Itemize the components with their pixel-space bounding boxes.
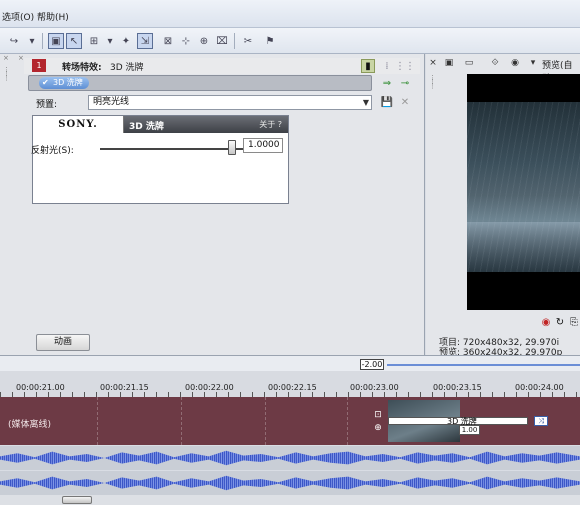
time-tick: 00:00:24.00 [515, 383, 564, 392]
video-rain-overlay [467, 102, 580, 272]
loop-region-bar[interactable] [387, 364, 580, 366]
scrollbar-thumb[interactable] [62, 496, 92, 504]
plug-add-icon[interactable]: ⇒ [380, 76, 394, 90]
dropdown-icon[interactable]: ▾ [102, 33, 118, 49]
time-tick: 00:00:21.00 [16, 383, 65, 392]
toolbar-separator [234, 33, 235, 49]
panel-close-icon[interactable]: × [426, 56, 440, 70]
event-fx-icon[interactable]: ⊕ [372, 423, 384, 435]
timeline-header: -2.00 [0, 355, 580, 371]
dropdown-icon[interactable]: ▾ [24, 33, 40, 49]
preview-fx-icon[interactable]: ⟐ [488, 56, 502, 70]
project-properties-icon[interactable]: ▣ [442, 56, 456, 70]
audio-waveform-right[interactable] [0, 471, 580, 495]
preview-toolbar: × ▣ ▭ ⟐ ◉ ▾ 预览(自动 [426, 54, 580, 84]
envelope-tool-icon[interactable]: ⊞ [86, 33, 102, 49]
toolbar-separator [42, 33, 43, 49]
grid-line [265, 397, 266, 445]
reflection-slider-track[interactable] [100, 148, 265, 150]
transition-duration: 1.00 [459, 425, 480, 435]
reflection-value-input[interactable]: 1.0000 [243, 138, 283, 153]
animate-button[interactable]: 动画 [36, 334, 90, 351]
lock-envelopes-icon[interactable]: ⊠ [160, 33, 176, 49]
save-icon[interactable]: 💾 [380, 95, 394, 109]
marker-icon[interactable]: ⚑ [262, 33, 278, 49]
selection-length-marker[interactable]: -2.00 [360, 359, 384, 370]
split-icon[interactable]: ✂ [240, 33, 256, 49]
reflection-label: 反射光(S): [31, 146, 74, 156]
list-view-icon[interactable]: ⋮⋮ [395, 59, 415, 73]
preset-value: 明亮光线 [93, 97, 130, 107]
grid-line [181, 397, 182, 445]
cursor-tool-icon[interactable]: ↖ [66, 33, 82, 49]
layout-icon[interactable]: ▮ [361, 59, 375, 73]
split-screen-icon[interactable]: ◉ [508, 56, 522, 70]
fx-header: 1 转场特效: 3D 洗牌 ▮ ⁞ ⋮⋮ [24, 58, 420, 74]
grid-line [97, 397, 98, 445]
panel-grip[interactable]: ⋮ ⋮ ⋮ [429, 75, 436, 90]
selection-tool-icon[interactable]: ⌧ [214, 33, 230, 49]
copy-snapshot-icon[interactable]: ⎘ [568, 316, 580, 328]
sony-logo: SONY. [33, 116, 124, 133]
preset-label: 预置: [36, 100, 58, 110]
delete-icon[interactable]: ✕ [398, 95, 412, 109]
external-monitor-icon[interactable]: ▭ [462, 56, 476, 70]
zoom-tool-icon[interactable]: ⊕ [196, 33, 212, 49]
chevron-down-icon: ▼ [362, 98, 369, 107]
fx-chain-bar: 3D 洗牌 [28, 75, 372, 91]
menu-options[interactable]: 选项(O) [2, 10, 34, 23]
fx-card-header: SONY. 3D 洗牌 关于 ? [33, 116, 288, 133]
fx-title-label: 转场特效: [62, 63, 102, 73]
panel-close-icon[interactable]: × [3, 55, 9, 62]
vegas-window: 选项(O) 帮助(H) ↪ ▾ ▣ ↖ ⊞ ▾ ✦ ⇲ ⊠ ⊹ ⊕ ⌧ ✂ ⚑ … [0, 0, 580, 505]
menu-bar: 选项(O) 帮助(H) [0, 0, 580, 28]
waveform [0, 475, 580, 491]
fx-properties-card: SONY. 3D 洗牌 关于 ? 反射光(S): 1.0000 [31, 115, 289, 204]
reflection-slider-thumb[interactable] [228, 140, 236, 155]
snap-icon[interactable]: ✦ [118, 33, 134, 49]
grid-view-icon[interactable]: ⁞ [380, 59, 394, 73]
fx-card-title: 3D 洗牌 [129, 122, 164, 132]
preset-select[interactable]: 明亮光线 ▼ [88, 95, 372, 110]
time-tick: 00:00:23.15 [433, 383, 482, 392]
plug-remove-icon[interactable]: ⊸ [398, 76, 412, 90]
time-ruler[interactable]: 00:00:21.00 00:00:21.15 00:00:22.00 00:0… [0, 371, 580, 397]
video-frame [467, 74, 580, 310]
panel-grip[interactable]: ⋮ ⋮ ⋮ [3, 67, 10, 82]
main-toolbar: ↪ ▾ ▣ ↖ ⊞ ▾ ✦ ⇲ ⊠ ⊹ ⊕ ⌧ ✂ ⚑ [0, 28, 580, 54]
about-link[interactable]: 关于 ? [259, 119, 282, 130]
auto-ripple-icon[interactable]: ⇲ [137, 33, 153, 49]
video-track[interactable]: (媒体离线) ⊡ ⊕ 3D 洗牌 1.00 ⤨ [0, 397, 580, 445]
fx-number-badge: 1 [32, 59, 46, 72]
record-icon[interactable]: ◉ [540, 316, 552, 328]
panel-close-icon[interactable]: × [18, 55, 24, 62]
normal-edit-tool-icon[interactable]: ▣ [48, 33, 64, 49]
grid-line [347, 397, 348, 445]
fx-name: 3D 洗牌 [110, 63, 144, 73]
time-tick: 00:00:21.15 [100, 383, 149, 392]
time-tick: 00:00:22.15 [268, 383, 317, 392]
video-image [467, 102, 580, 272]
fx-chain-item[interactable]: 3D 洗牌 [39, 77, 89, 89]
transition-props-icon[interactable]: ⤨ [534, 416, 548, 426]
redo-icon[interactable]: ↪ [6, 33, 22, 49]
menu-help[interactable]: 帮助(H) [37, 10, 69, 23]
ignore-grouping-icon[interactable]: ⊹ [178, 33, 194, 49]
video-preview-panel: × ▣ ▭ ⟐ ◉ ▾ 预览(自动 ⋮⋮⋮ ◉ ↻ ⎘ 项目: 720x480x… [426, 54, 580, 358]
time-tick: 00:00:22.00 [185, 383, 234, 392]
event-pan-crop-icon[interactable]: ⊡ [372, 410, 384, 422]
dropdown-icon[interactable]: ▾ [526, 56, 540, 70]
audio-waveform-left[interactable] [0, 446, 580, 470]
loop-icon[interactable]: ↻ [554, 316, 566, 328]
timeline-scrollbar[interactable] [0, 495, 580, 505]
transition-fx-panel: × ⋮⋮⋮ × 1 转场特效: 3D 洗牌 ▮ ⁞ ⋮⋮ 3D 洗牌 ⇒ ⊸ 预… [0, 54, 425, 355]
media-offline-label: (媒体离线) [8, 420, 52, 430]
waveform [0, 450, 580, 466]
time-tick: 00:00:23.00 [350, 383, 399, 392]
